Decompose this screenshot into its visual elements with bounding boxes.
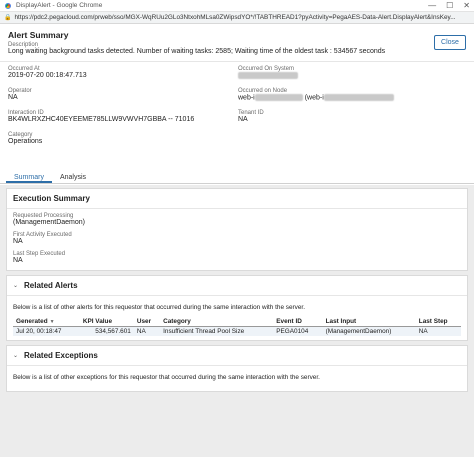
occurred-at-value: 2019-07-20 00:18:47.713 (8, 72, 87, 79)
col-event-id[interactable]: Event ID (273, 317, 323, 327)
maximize-icon[interactable]: ☐ (446, 1, 453, 10)
close-button[interactable]: Close (434, 35, 466, 50)
first-activity-value: NA (13, 238, 23, 245)
alert-header: Alert Summary Description Long waiting b… (0, 24, 474, 62)
col-user[interactable]: User (133, 317, 161, 327)
related-exceptions-panel: ⌄ Related Exceptions Below is a list of … (6, 345, 468, 392)
chrome-icon (4, 1, 12, 10)
node-prefix: web-i (238, 94, 255, 102)
cell-last-input: (ManagementDaemon) (322, 326, 416, 336)
related-alerts-description: Below is a list of other alerts for this… (13, 304, 305, 311)
address-bar[interactable]: 🔒 https://pdc2.pegacloud.com/prweb/sso/M… (0, 12, 474, 24)
last-step-value: NA (13, 257, 23, 264)
cell-last-step: NA (415, 326, 461, 336)
cell-event-id: PEGA0104 (273, 326, 323, 336)
col-generated[interactable]: Generated ▼ (13, 317, 80, 327)
requested-processing-value: (ManagementDaemon) (13, 219, 85, 226)
related-exceptions-description: Below is a list of other exceptions for … (13, 374, 320, 381)
tab-summary[interactable]: Summary (6, 172, 52, 183)
window-title: DisplayAlert - Google Chrome (16, 2, 103, 9)
category-value: Operations (8, 138, 43, 145)
related-exceptions-header[interactable]: ⌄ Related Exceptions (7, 346, 467, 366)
related-alerts-title: Related Alerts (24, 281, 78, 290)
node-mid: (web-i (304, 94, 324, 102)
related-alerts-panel: ⌄ Related Alerts Below is a list of othe… (6, 275, 468, 341)
col-category[interactable]: Category (160, 317, 274, 327)
browser-titlebar: DisplayAlert - Google Chrome — ☐ ✕ (0, 0, 474, 12)
lock-icon: 🔒 (4, 15, 12, 21)
sort-desc-icon[interactable]: ▼ (50, 319, 55, 325)
url-text[interactable]: https://pdc2.pegacloud.com/prweb/sso/MGX… (14, 14, 455, 21)
related-exceptions-title: Related Exceptions (24, 351, 98, 360)
redacted-system (238, 72, 298, 79)
related-alerts-table: Generated ▼ KPI Value User Category Event… (13, 317, 461, 336)
col-last-step[interactable]: Last Step (415, 317, 461, 327)
cell-user: NA (133, 326, 161, 336)
description-value: Long waiting background tasks detected. … (8, 48, 386, 55)
execution-summary-panel: Execution Summary Requested Processing (… (6, 188, 468, 271)
close-window-icon[interactable]: ✕ (463, 1, 470, 10)
col-last-input[interactable]: Last Input (322, 317, 416, 327)
interaction-id-value: BK4WLRXZHC40EYEEME785LLW9VWVH7GBBA -- 71… (8, 116, 195, 123)
tab-content: Execution Summary Requested Processing (… (0, 185, 474, 457)
tab-bar: Summary Analysis (0, 172, 474, 184)
alert-fields: Occurred At 2019-07-20 00:18:47.713 Occu… (0, 62, 474, 154)
page-title: Alert Summary (8, 30, 69, 40)
execution-summary-title: Execution Summary (7, 189, 467, 209)
redacted-node (254, 94, 303, 101)
cell-category: Insufficient Thread Pool Size (160, 326, 274, 336)
col-kpi-value[interactable]: KPI Value (79, 317, 134, 327)
tenant-id-value: NA (238, 116, 248, 123)
minimize-icon[interactable]: — (428, 1, 436, 10)
operator-value: NA (8, 94, 18, 101)
chevron-down-icon[interactable]: ⌄ (13, 352, 18, 359)
redacted-node-2 (323, 94, 394, 101)
chevron-down-icon[interactable]: ⌄ (13, 282, 18, 289)
cell-kpi-value: 534,567.601 (79, 326, 134, 336)
table-row[interactable]: Jul 20, 00:18:47 534,567.601 NA Insuffic… (13, 326, 461, 336)
tab-analysis[interactable]: Analysis (52, 172, 94, 183)
related-alerts-header[interactable]: ⌄ Related Alerts (7, 276, 467, 296)
cell-generated: Jul 20, 00:18:47 (13, 326, 80, 336)
